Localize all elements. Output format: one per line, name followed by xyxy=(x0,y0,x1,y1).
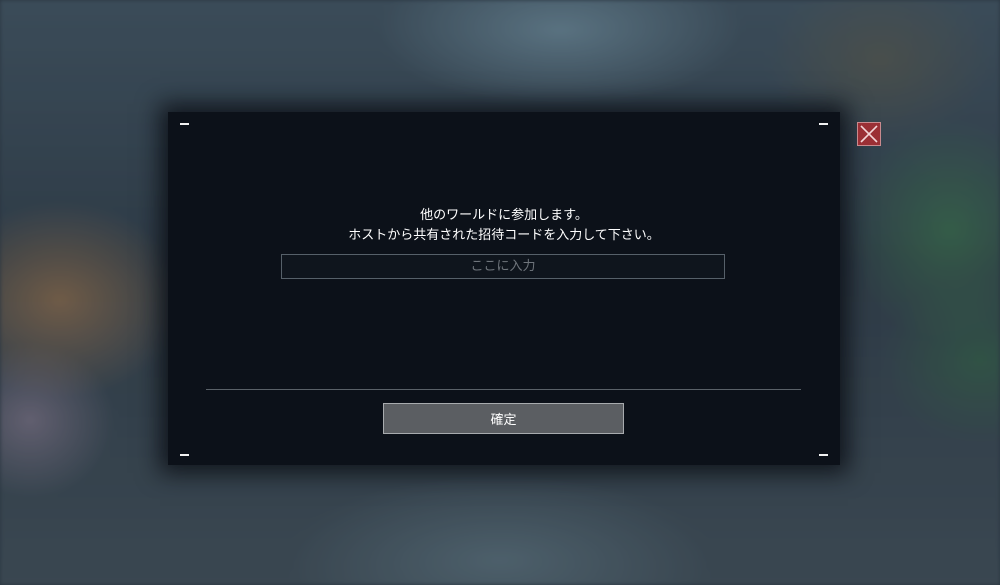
message-line-1: 他のワールドに参加します。 xyxy=(420,208,588,223)
corner-marker-top-left xyxy=(180,123,189,125)
join-world-dialog: 他のワールドに参加します。 ホストから共有された招待コードを入力して下さい。 確… xyxy=(168,112,840,465)
divider xyxy=(206,389,801,390)
dialog-message: 他のワールドに参加します。 ホストから共有された招待コードを入力して下さい。 xyxy=(168,206,840,246)
close-icon xyxy=(860,125,878,143)
message-line-2: ホストから共有された招待コードを入力して下さい。 xyxy=(348,228,660,243)
corner-marker-top-right xyxy=(819,123,828,125)
confirm-button[interactable]: 確定 xyxy=(383,403,624,434)
invite-code-input[interactable] xyxy=(281,254,725,279)
corner-marker-bottom-left xyxy=(180,454,189,456)
confirm-button-label: 確定 xyxy=(490,413,517,428)
close-button[interactable] xyxy=(857,122,881,146)
corner-marker-bottom-right xyxy=(819,454,828,456)
